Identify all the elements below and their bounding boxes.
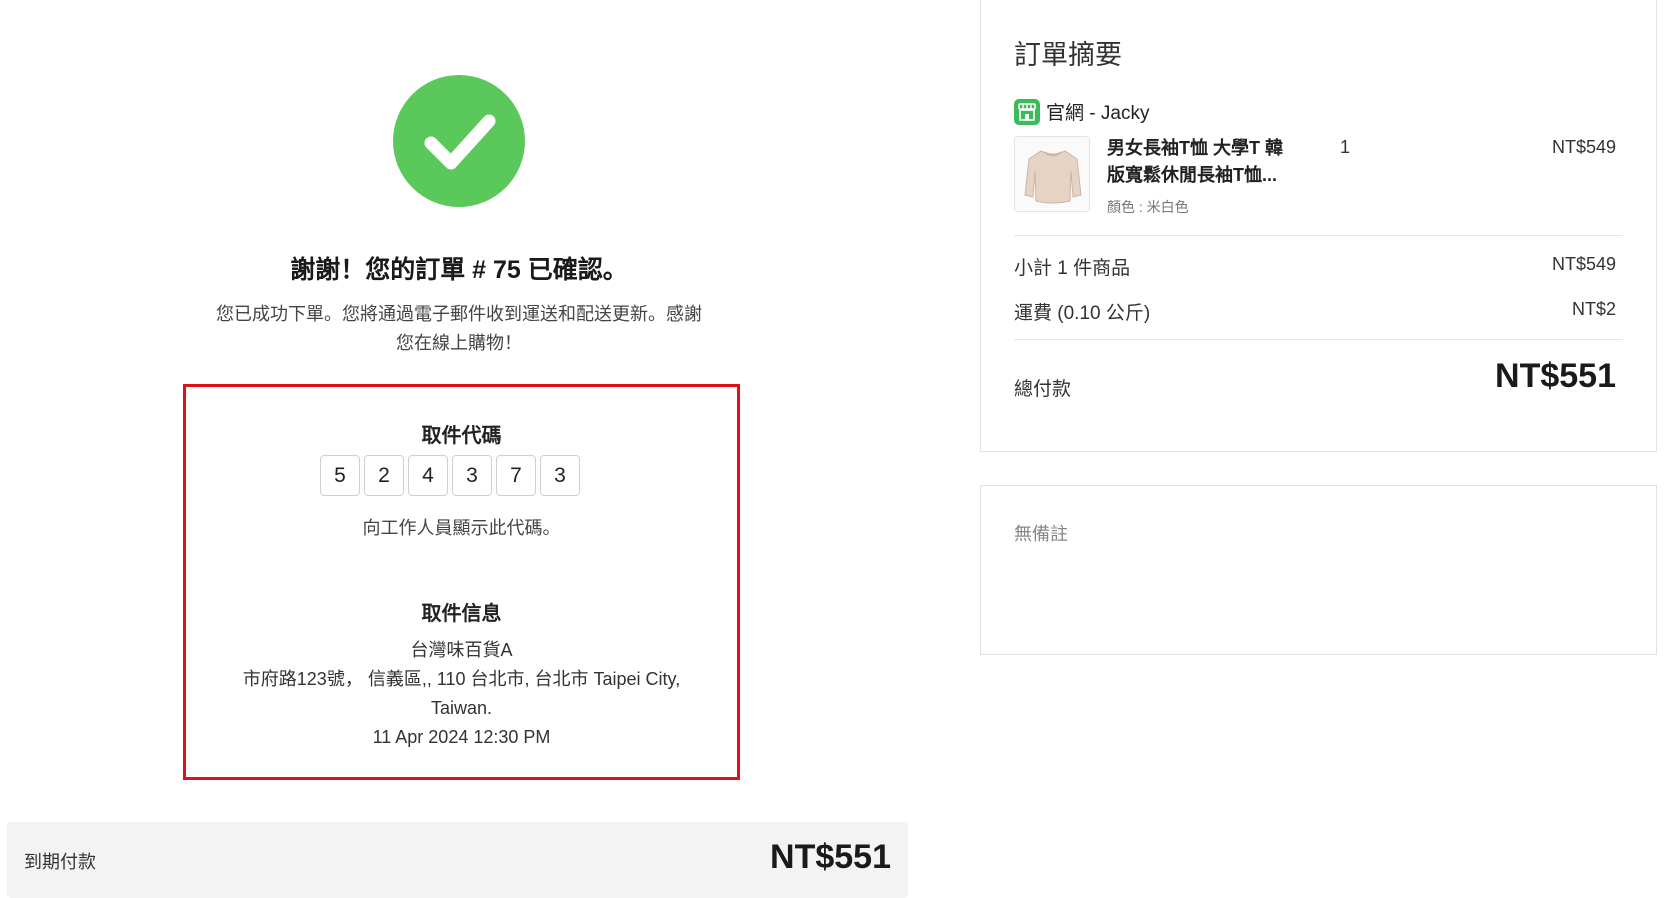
shipping-label: 運費 (0.10 公斤)	[1014, 303, 1151, 324]
code-digit: 7	[496, 455, 536, 496]
order-notes-text: 無備註	[1014, 524, 1068, 544]
product-name-line-1: 男女長袖T恤 大學T 韓	[1107, 138, 1283, 158]
message-line-1: 您已成功下單。您將通過電子郵件收到運送和配送更新。感謝	[216, 304, 702, 324]
code-digit: 5	[320, 455, 360, 496]
amount-due-value: NT$551	[770, 838, 891, 876]
code-digit: 4	[408, 455, 448, 496]
order-confirmed-message: 您已成功下單。您將通過電子郵件收到運送和配送更新。感謝 您在線上購物！	[195, 300, 723, 358]
divider	[1014, 235, 1623, 236]
product-thumbnail[interactable]	[1014, 136, 1090, 212]
divider	[1014, 339, 1623, 340]
pickup-address-line-2: Taiwan.	[430, 698, 493, 718]
pickup-code-title: 取件代碼	[421, 425, 502, 447]
order-notes-card: 無備註	[980, 485, 1657, 655]
total-value: NT$551	[1495, 357, 1616, 395]
product-price: NT$549	[1551, 137, 1616, 157]
subtotal-value: NT$549	[1551, 254, 1616, 274]
code-digit: 3	[540, 455, 580, 496]
pickup-datetime: 11 Apr 2024 12:30 PM	[372, 727, 551, 747]
total-label: 總付款	[1014, 379, 1072, 400]
pickup-store-name: 台灣味百貨A	[410, 640, 513, 660]
code-digit: 3	[452, 455, 492, 496]
store-row: 官網 - Jacky	[1014, 98, 1149, 125]
shipping-value: NT$2	[1571, 299, 1616, 319]
pickup-address-line-1: 市府路123號， 信義區,, 110 台北市, 台北市 Taipei City,	[242, 669, 681, 689]
pickup-info-title: 取件信息	[421, 603, 502, 625]
checkmark-icon	[393, 75, 525, 207]
pickup-info: 台灣味百貨A 市府路123號， 信義區,, 110 台北市, 台北市 Taipe…	[206, 636, 717, 752]
confirmation-panel: 謝謝！您的訂單 # 75 已確認。 您已成功下單。您將通過電子郵件收到運送和配送…	[0, 0, 910, 898]
amount-due-label: 到期付款	[24, 852, 96, 872]
pickup-code-hint: 向工作人員顯示此代碼。	[362, 518, 561, 538]
product-name[interactable]: 男女長袖T恤 大學T 韓 版寬鬆休閒長袖T恤...	[1107, 135, 1307, 189]
order-confirmed-heading: 謝謝！您的訂單 # 75 已確認。	[290, 256, 628, 284]
order-summary-title: 訂單摘要	[1014, 40, 1122, 70]
pickup-code: 5 2 4 3 7 3	[320, 455, 580, 496]
amount-due-bar: 到期付款 NT$551	[7, 822, 908, 898]
subtotal-label: 小計 1 件商品	[1014, 258, 1131, 279]
product-name-line-2: 版寬鬆休閒長袖T恤...	[1107, 165, 1277, 185]
storefront-icon	[1014, 98, 1040, 125]
message-line-2: 您在線上購物！	[396, 333, 522, 353]
code-digit: 2	[364, 455, 404, 496]
store-name: 官網 - Jacky	[1046, 103, 1150, 124]
product-variant: 顏色 : 米白色	[1107, 199, 1189, 215]
pickup-details-box: 取件代碼 5 2 4 3 7 3 向工作人員顯示此代碼。 取件信息 台灣味百貨A…	[183, 384, 740, 780]
product-quantity: 1	[1340, 137, 1351, 157]
order-summary-card: 訂單摘要 官網 - Jacky 男女長袖T恤 大學T 韓 版寬鬆休閒長袖T恤..…	[980, 0, 1657, 452]
